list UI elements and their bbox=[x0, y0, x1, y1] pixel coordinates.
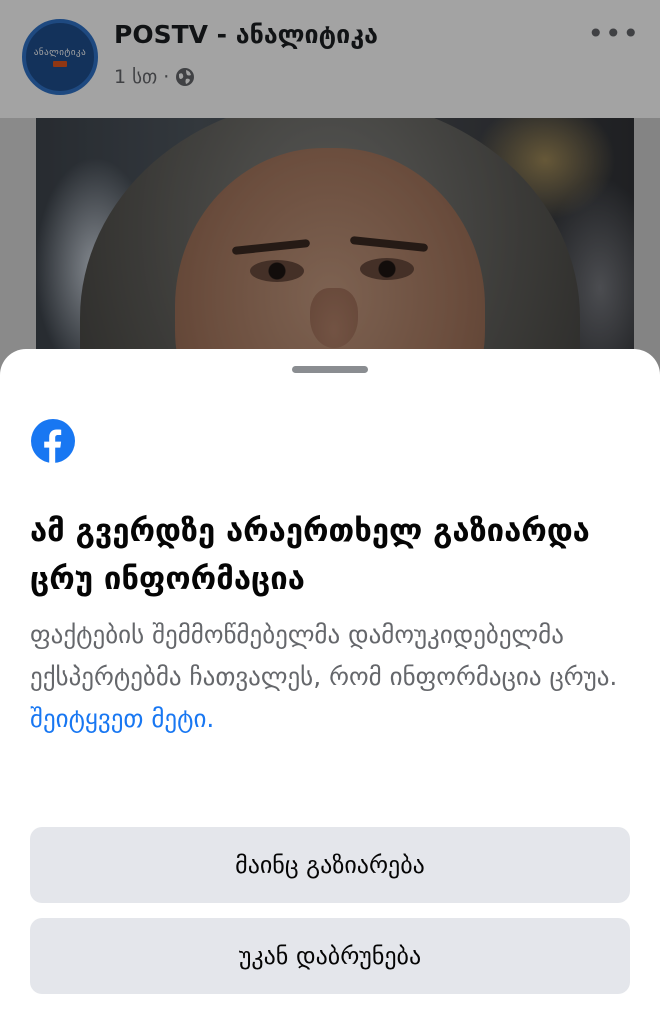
drag-handle[interactable] bbox=[292, 366, 368, 373]
false-info-bottom-sheet: ამ გვერდზე არაერთხელ გაზიარდა ცრუ ინფორმ… bbox=[0, 349, 660, 1024]
sheet-description: ფაქტების შემმოწმებელმა დამოუკიდებელმა ექ… bbox=[30, 614, 630, 740]
go-back-button[interactable]: უკან დაბრუნება bbox=[30, 918, 630, 994]
facebook-logo-icon bbox=[31, 419, 75, 463]
sheet-title: ამ გვერდზე არაერთხელ გაზიარდა ცრუ ინფორმ… bbox=[30, 513, 590, 597]
share-anyway-button[interactable]: მაინც გაზიარება bbox=[30, 827, 630, 903]
sheet-body-text: ფაქტების შემმოწმებელმა დამოუკიდებელმა ექ… bbox=[30, 620, 618, 691]
learn-more-link[interactable]: შეიტყვეთ მეტი. bbox=[30, 704, 214, 733]
